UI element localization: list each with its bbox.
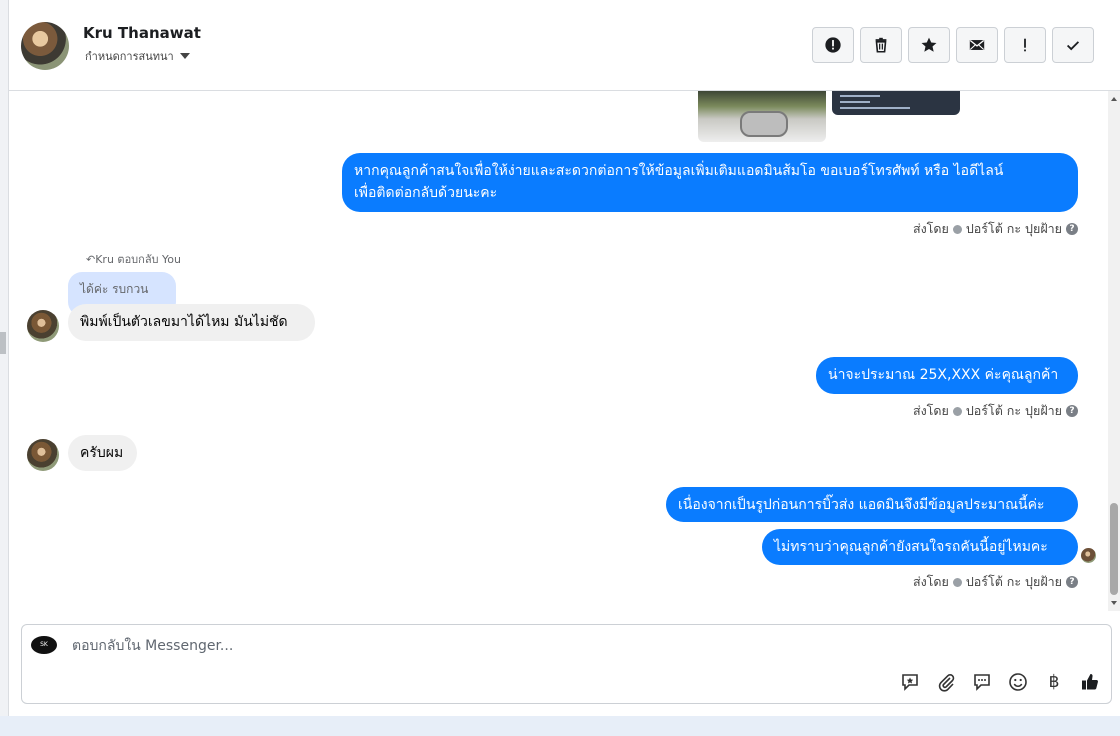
sent-by-label: ส่งโดย ปอร์โต้ กะ ปุยฝ้าย ? xyxy=(913,572,1078,592)
car-grill-graphic xyxy=(740,111,788,137)
sent-by-agent: ปอร์โต้ กะ ปุยฝ้าย xyxy=(965,403,1062,418)
paperclip-icon xyxy=(938,674,955,692)
star-icon xyxy=(921,37,937,52)
help-icon[interactable]: ? xyxy=(1066,576,1078,588)
incoming-message[interactable]: ครับผม xyxy=(68,435,137,471)
left-frame-edge xyxy=(0,0,9,716)
conversation-header: Kru Thanawat กำหนดการสนทนา xyxy=(9,0,1120,91)
left-frame-handle[interactable] xyxy=(0,332,6,354)
message-scrollbar[interactable] xyxy=(1108,91,1120,611)
header-actions xyxy=(812,27,1094,63)
sent-by-prefix: ส่งโดย xyxy=(912,574,949,589)
baht-icon: ฿ xyxy=(1048,672,1060,692)
emoji-button[interactable] xyxy=(1007,671,1029,693)
trash-icon xyxy=(875,37,887,53)
payment-button[interactable]: ฿ xyxy=(1043,671,1065,693)
assign-conversation-label: กำหนดการสนทนา xyxy=(85,50,174,63)
sent-check-icon xyxy=(952,224,962,234)
smiley-icon xyxy=(1009,673,1027,691)
bottom-frame-edge xyxy=(0,716,1120,736)
mark-unread-button[interactable] xyxy=(956,27,998,63)
reply-indicator: ↶Kru ตอบกลับ You xyxy=(86,250,181,268)
message-composer: SK ฿ xyxy=(21,624,1112,704)
message-line: เพื่อติดต่อกลับด้วยนะคะ xyxy=(354,185,498,201)
reply-indicator-text: Kru ตอบกลับ You xyxy=(95,253,181,266)
like-button[interactable] xyxy=(1079,671,1101,693)
sent-by-label: ส่งโดย ปอร์โต้ กะ ปุยฝ้าย ? xyxy=(913,401,1078,421)
scrollbar-thumb[interactable] xyxy=(1110,503,1118,595)
sent-by-prefix: ส่งโดย xyxy=(912,403,949,418)
sent-by-agent: ปอร์โต้ กะ ปุยฝ้าย xyxy=(965,574,1062,589)
scroll-down-arrow-icon[interactable] xyxy=(1111,601,1117,605)
reply-input[interactable] xyxy=(70,637,834,655)
follow-up-button[interactable] xyxy=(908,27,950,63)
mark-done-button[interactable] xyxy=(1052,27,1094,63)
help-icon[interactable]: ? xyxy=(1066,223,1078,235)
saved-reply-button[interactable] xyxy=(899,671,921,693)
document-photo-attachment[interactable] xyxy=(832,91,960,115)
seen-avatar xyxy=(1081,548,1096,563)
sent-check-icon xyxy=(952,577,962,587)
priority-button[interactable] xyxy=(1004,27,1046,63)
outgoing-message[interactable]: น่าจะประมาณ 25X,XXX ค่ะคุณลูกค้า xyxy=(816,357,1078,394)
delete-button[interactable] xyxy=(860,27,902,63)
message-line: หากคุณลูกค้าสนใจเพื่อให้ง่ายและสะดวกต่อก… xyxy=(354,163,1004,179)
composer-toolbar: ฿ xyxy=(899,671,1101,693)
outgoing-message[interactable]: ไม่ทราบว่าคุณลูกค้ายังสนใจรถคันนี้อยู่ไห… xyxy=(762,529,1078,565)
outgoing-message[interactable]: หากคุณลูกค้าสนใจเพื่อให้ง่ายและสะดวกต่อก… xyxy=(342,153,1078,212)
incoming-message[interactable]: พิมพ์เป็นตัวเลขมาได้ไหม มันไม่ชัด xyxy=(68,304,315,341)
car-photo-attachment[interactable] xyxy=(698,91,826,142)
contact-avatar[interactable] xyxy=(21,22,69,70)
scroll-up-arrow-icon[interactable] xyxy=(1111,97,1117,101)
outgoing-message[interactable]: เนื่องจากเป็นรูปก่อนการบิ๊วส่ง แอดมินจึง… xyxy=(666,487,1078,522)
spam-button[interactable] xyxy=(812,27,854,63)
contact-name[interactable]: Kru Thanawat xyxy=(83,24,201,42)
check-icon xyxy=(1066,41,1080,51)
sent-check-icon xyxy=(952,406,962,416)
saved-reply-icon xyxy=(902,674,918,691)
page-logo: SK xyxy=(31,636,57,654)
contact-avatar-small[interactable] xyxy=(27,310,59,342)
help-icon[interactable]: ? xyxy=(1066,405,1078,417)
caret-down-icon xyxy=(179,53,190,59)
sent-by-prefix: ส่งโดย xyxy=(912,221,949,236)
chat-bubble-icon xyxy=(974,674,990,691)
exclamation-icon xyxy=(1024,38,1026,52)
alert-circle-icon xyxy=(825,37,841,53)
contact-avatar-small[interactable] xyxy=(27,439,59,471)
quick-reply-button[interactable] xyxy=(971,671,993,693)
envelope-icon xyxy=(969,40,985,50)
thumbs-up-icon xyxy=(1082,674,1098,690)
reply-arrow-icon: ↶ xyxy=(86,253,96,266)
sent-by-agent: ปอร์โต้ กะ ปุยฝ้าย xyxy=(965,221,1062,236)
attach-button[interactable] xyxy=(935,671,957,693)
sent-by-label: ส่งโดย ปอร์โต้ กะ ปุยฝ้าย ? xyxy=(913,219,1078,239)
assign-conversation-dropdown[interactable]: กำหนดการสนทนา xyxy=(85,47,190,65)
